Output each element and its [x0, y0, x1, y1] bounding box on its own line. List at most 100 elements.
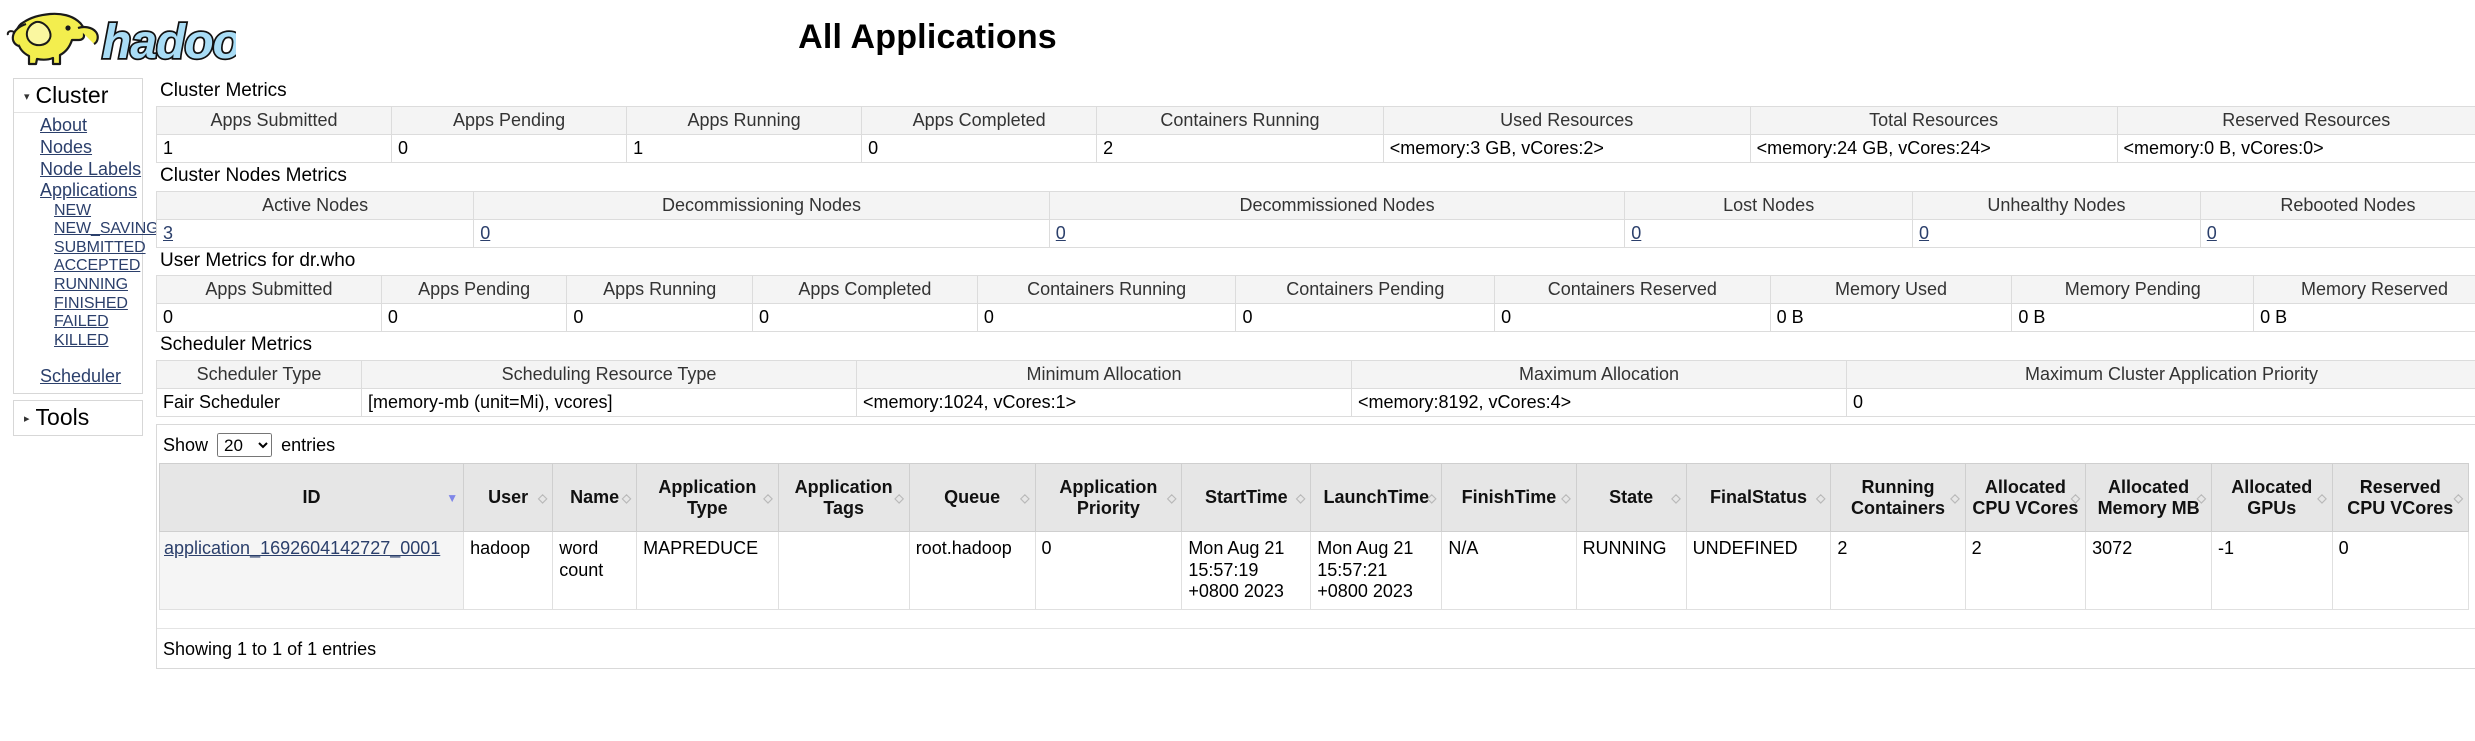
cell-used-resources: <memory:3 GB, vCores:2>: [1382, 134, 1751, 163]
cell-user-containers-running: 0: [976, 303, 1237, 333]
col-lost-nodes[interactable]: Lost Nodes: [1624, 190, 1914, 220]
sidebar-state-failed[interactable]: FAILED: [54, 313, 142, 332]
col-allocated-cpu-vcores[interactable]: Allocated CPU VCores ◇: [1964, 463, 2087, 533]
unhealthy-nodes-link[interactable]: 0: [1919, 223, 1929, 243]
col-start-time[interactable]: StartTime ◇: [1181, 463, 1312, 533]
col-minimum-allocation[interactable]: Minimum Allocation: [856, 360, 1352, 390]
col-rebooted-nodes[interactable]: Rebooted Nodes: [2199, 190, 2475, 220]
cell-allocated-memory-mb: 3072: [2085, 531, 2212, 610]
cell-decommissioned-nodes: 0: [1048, 219, 1626, 248]
sidebar-state-killed[interactable]: KILLED: [54, 332, 142, 351]
col-active-nodes[interactable]: Active Nodes: [155, 190, 475, 220]
user-metrics-table: Apps Submitted Apps Pending Apps Running…: [156, 275, 2475, 333]
col-start-time-label: StartTime: [1204, 487, 1288, 508]
col-user-apps-running[interactable]: Apps Running: [566, 275, 753, 305]
sidebar-item-about[interactable]: About: [40, 115, 142, 137]
sort-icon: ◇: [894, 490, 904, 505]
col-finish-time-label: FinishTime: [1461, 487, 1557, 508]
decommissioned-nodes-link[interactable]: 0: [1056, 223, 1066, 243]
sidebar-item-scheduler[interactable]: Scheduler: [40, 366, 121, 386]
sidebar-state-accepted[interactable]: ACCEPTED: [54, 257, 142, 276]
col-allocated-gpus[interactable]: Allocated GPUs ◇: [2210, 463, 2333, 533]
cluster-nav-list: About Nodes Node Labels Applications NEW…: [14, 113, 159, 356]
col-decommissioned-nodes[interactable]: Decommissioned Nodes: [1048, 190, 1626, 220]
col-user-memory-reserved[interactable]: Memory Reserved: [2253, 275, 2475, 305]
sidebar-item-nodes[interactable]: Nodes: [40, 137, 142, 159]
chevron-down-icon: ▾: [24, 91, 30, 103]
col-user-apps-submitted[interactable]: Apps Submitted: [156, 275, 382, 305]
sort-icon: ◇: [2196, 490, 2206, 505]
col-reserved-resources[interactable]: Reserved Resources: [2116, 105, 2475, 135]
col-decommissioning-nodes[interactable]: Decommissioning Nodes: [473, 190, 1050, 220]
cluster-nav-box: ▾ Cluster About Nodes Node Labels Applica…: [13, 78, 159, 395]
col-user-apps-completed[interactable]: Apps Completed: [751, 275, 978, 305]
col-running-containers[interactable]: Running Containers ◇: [1830, 463, 1966, 533]
sidebar-state-running[interactable]: RUNNING: [54, 276, 142, 295]
cell-apps-completed: 0: [861, 134, 1098, 163]
sort-icon: ◇: [621, 490, 632, 505]
col-id[interactable]: ID ▼: [158, 463, 465, 533]
col-apps-running[interactable]: Apps Running: [626, 105, 863, 135]
lost-nodes-link[interactable]: 0: [1631, 223, 1641, 243]
col-scheduling-resource-type[interactable]: Scheduling Resource Type: [361, 360, 857, 390]
col-user[interactable]: User ◇: [463, 463, 554, 533]
sidebar-item-node-labels[interactable]: Node Labels: [40, 159, 142, 181]
cell-name: word count: [552, 531, 638, 610]
tools-nav-box: ▸ Tools: [13, 400, 143, 436]
col-queue[interactable]: Queue ◇: [908, 463, 1036, 533]
table-header-row: Apps Submitted Apps Pending Apps Running…: [155, 105, 2475, 135]
col-user-memory-pending[interactable]: Memory Pending: [2011, 275, 2255, 305]
col-launch-time[interactable]: LaunchTime ◇: [1310, 463, 1443, 533]
table-row: Fair Scheduler [memory-mb (unit=Mi), vco…: [156, 388, 2475, 418]
col-final-status[interactable]: FinalStatus ◇: [1685, 463, 1832, 533]
sidebar-item-applications[interactable]: Applications: [40, 180, 142, 202]
entries-per-page-select[interactable]: 20 40 60 80 100: [217, 433, 273, 458]
cell-user-apps-submitted: 0: [156, 303, 382, 333]
cell-user-containers-pending: 0: [1235, 303, 1496, 333]
col-maximum-allocation[interactable]: Maximum Allocation: [1351, 360, 1847, 390]
cell-user-memory-pending: 0 B: [2011, 303, 2255, 333]
col-unhealthy-nodes[interactable]: Unhealthy Nodes: [1912, 190, 2201, 220]
col-user-containers-pending[interactable]: Containers Pending: [1235, 275, 1496, 305]
col-reserved-cpu-vcores[interactable]: Reserved CPU VCores ◇: [2331, 463, 2470, 533]
cell-launch-time: Mon Aug 21 15:57:21 +0800 2023: [1310, 531, 1443, 610]
sidebar-state-finished[interactable]: FINISHED: [54, 295, 142, 314]
col-user-containers-reserved[interactable]: Containers Reserved: [1494, 275, 1771, 305]
col-application-tags[interactable]: Application Tags ◇: [777, 463, 910, 533]
table-row: 3 0 0 0 0 0: [155, 219, 2475, 248]
cell-lost-nodes: 0: [1624, 219, 1914, 248]
apps-table-info: Showing 1 to 1 of 1 entries: [157, 627, 2475, 668]
col-application-priority[interactable]: Application Priority ◇: [1034, 463, 1183, 533]
col-state[interactable]: State ◇: [1575, 463, 1687, 533]
col-used-resources[interactable]: Used Resources: [1382, 105, 1751, 135]
sort-icon: ◇: [2453, 490, 2463, 505]
cell-containers-running: 2: [1096, 134, 1384, 163]
sidebar-state-new-saving[interactable]: NEW_SAVING: [54, 220, 159, 239]
col-user-label: User: [488, 487, 529, 508]
sidebar-state-new[interactable]: NEW: [54, 202, 142, 221]
col-finish-time[interactable]: FinishTime ◇: [1441, 463, 1577, 533]
col-user-apps-pending[interactable]: Apps Pending: [380, 275, 568, 305]
col-name[interactable]: Name ◇: [552, 463, 638, 533]
col-max-cluster-app-priority[interactable]: Maximum Cluster Application Priority: [1846, 360, 2475, 390]
col-application-type[interactable]: Application Type ◇: [636, 463, 779, 533]
rebooted-nodes-link[interactable]: 0: [2207, 223, 2217, 243]
col-apps-submitted[interactable]: Apps Submitted: [155, 105, 393, 135]
col-user-containers-running[interactable]: Containers Running: [976, 275, 1237, 305]
sidebar-section-cluster[interactable]: ▾ Cluster: [14, 79, 142, 114]
application-id-link[interactable]: application_1692604142727_0001: [164, 538, 440, 558]
sort-icon: ◇: [2317, 490, 2327, 505]
cell-application-type: MAPREDUCE: [636, 531, 779, 610]
col-apps-pending[interactable]: Apps Pending: [391, 105, 628, 135]
col-user-memory-used[interactable]: Memory Used: [1769, 275, 2013, 305]
active-nodes-link[interactable]: 3: [163, 223, 173, 243]
col-application-type-label: Application Type: [658, 477, 757, 518]
sidebar-state-submitted[interactable]: SUBMITTED: [54, 239, 146, 258]
col-scheduler-type[interactable]: Scheduler Type: [156, 360, 362, 390]
sidebar-section-tools[interactable]: ▸ Tools: [14, 401, 142, 434]
decommissioning-nodes-link[interactable]: 0: [480, 223, 490, 243]
col-total-resources[interactable]: Total Resources: [1749, 105, 2118, 135]
col-apps-completed[interactable]: Apps Completed: [861, 105, 1098, 135]
col-containers-running[interactable]: Containers Running: [1096, 105, 1384, 135]
col-allocated-memory-mb[interactable]: Allocated Memory MB ◇: [2085, 463, 2212, 533]
